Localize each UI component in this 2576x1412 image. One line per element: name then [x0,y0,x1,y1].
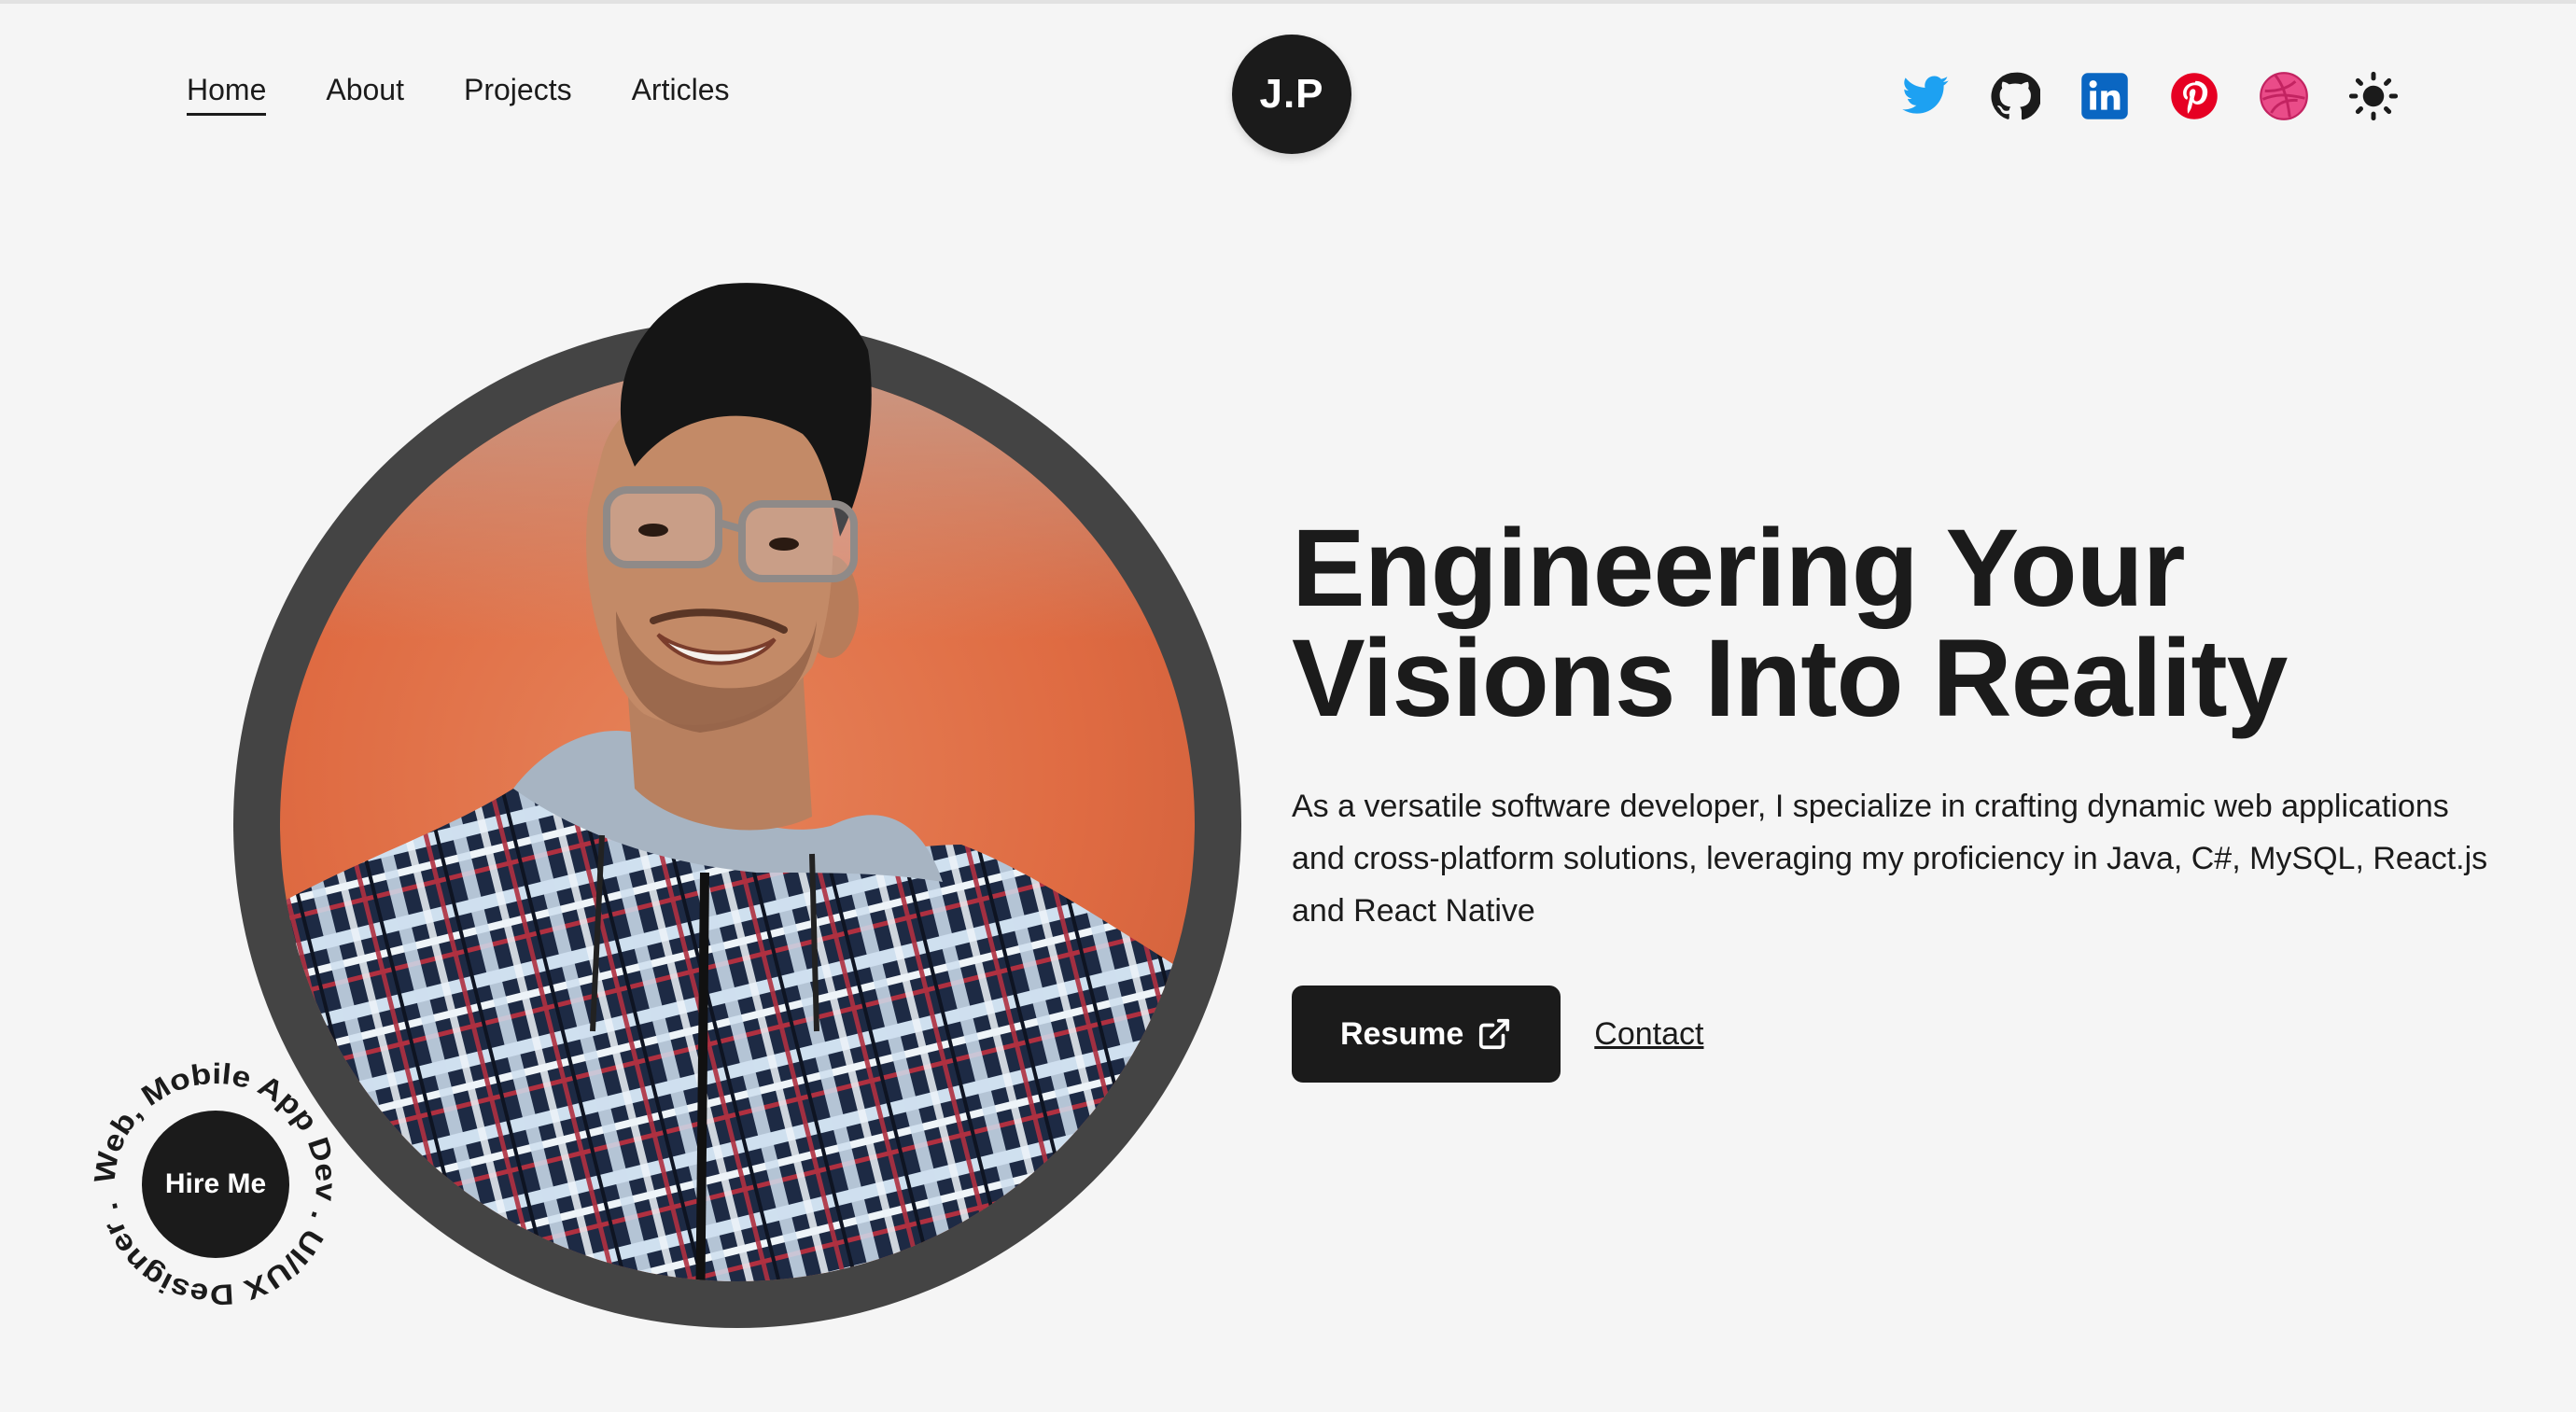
profile-photo [280,283,1195,1281]
contact-link[interactable]: Contact [1594,1016,1703,1053]
dribbble-icon[interactable] [2259,71,2309,121]
nav-articles-link[interactable]: Articles [632,73,730,116]
hero-section: Engineering Your Visions Into Reality As… [1292,513,2505,1083]
main-nav: Home About Projects Articles [187,73,729,116]
hire-me-label[interactable]: Hire Me [142,1111,289,1258]
hero-headline-line-1: Engineering Your [1292,507,2186,630]
top-border [0,0,2576,4]
hire-me-badge[interactable]: Web, Mobile App Dev . UI/UX Designer . H… [90,1058,342,1310]
resume-button-label: Resume [1340,1015,1464,1052]
pinterest-icon[interactable] [2169,71,2219,121]
hero-headline: Engineering Your Visions Into Reality [1292,513,2505,734]
nav-projects-link[interactable]: Projects [464,73,572,116]
hero-headline-line-2: Visions Into Reality [1292,617,2288,740]
twitter-icon[interactable] [1900,71,1951,121]
social-links [1900,71,2399,121]
theme-toggle-sun-icon[interactable] [2348,71,2399,121]
linkedin-icon[interactable] [2079,71,2130,121]
nav-home-link[interactable]: Home [187,73,267,116]
hero-description: As a versatile software developer, I spe… [1292,789,2488,929]
nav-about-link[interactable]: About [326,73,404,116]
hero-actions: Resume Contact [1292,986,2505,1083]
external-link-icon [1479,1018,1510,1050]
resume-button[interactable]: Resume [1292,986,1561,1083]
site-logo[interactable]: J.P [1232,35,1351,154]
github-icon[interactable] [1990,71,2040,121]
profile-portrait [233,266,1251,1330]
